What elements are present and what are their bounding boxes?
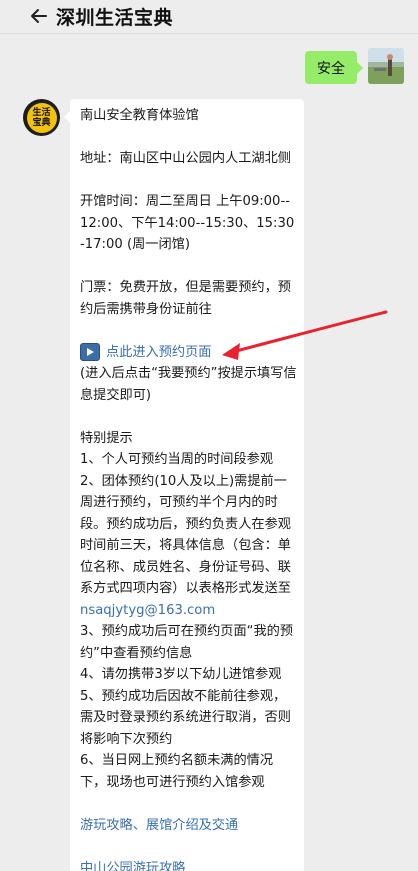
tip-5: 5、预约成功后因故不能前往参观，需及时登录预约系统进行取消，否则将影响下次预约 [80,688,291,747]
tip-1: 1、个人可预约当周的时间段参观 [80,452,274,467]
bot-avatar-logo: 生活 宝典 [26,102,57,133]
hours-text: 开馆时间：周二至周日 上午09:00--12:00、下午14:00--15:30… [80,194,295,252]
tip-2: 2、团体预约(10人及以上)需提前一周进行预约，可预约半个月内的时段。预约成功后… [80,471,298,622]
user-avatar[interactable] [368,48,404,84]
tip-3: 3、预约成功后可在预约页面“我的预约”中查看预约信息 [80,624,294,661]
email-link[interactable]: nsaqjytyg@163.com [80,603,215,618]
arrow-left-icon [31,9,47,23]
park-guide-link[interactable]: 中山公园游玩攻略 [80,858,298,871]
tips-title: 特别提示 [80,430,133,446]
outgoing-message-bubble[interactable]: 安全 [305,51,363,84]
address-text: 地址：南山区中山公园内人工湖北侧 [80,151,291,166]
booking-link[interactable]: 点此进入预约页面 [106,342,212,364]
bot-avatar-text-1: 生活 [32,107,51,118]
guide-link[interactable]: 游玩攻略、展馆介绍及交通 [80,815,298,837]
top-bar: 深圳生活宝典 [0,0,418,34]
ticket-text: 门票：免费开放，但是需要预约，预约后需携带身份证前往 [80,280,291,317]
booking-note: (进入后点击“我要预约”按提示填写信息提交即可) [80,366,297,403]
message-content: 南山安全教育体验馆 地址：南山区中山公园内人工湖北侧 开馆时间：周二至周日 上午… [80,105,298,871]
tip-4: 4、请勿携带3岁以下幼儿进馆参观 [80,667,282,682]
venue-name: 南山安全教育体验馆 [80,108,199,123]
chat-title: 深圳生活宝典 [56,7,174,29]
bot-avatar[interactable]: 生活 宝典 [23,99,60,136]
outgoing-message-text: 安全 [317,60,345,77]
bot-avatar-text-2: 宝典 [32,117,51,128]
incoming-message-bubble: 南山安全教育体验馆 地址：南山区中山公园内人工湖北侧 开馆时间：周二至周日 上午… [64,99,304,871]
tip-6: 6、当日网上预约名额未满的情况下，现场也可进行预约入馆参观 [80,753,274,790]
back-button[interactable] [28,5,50,27]
user-avatar-image [368,48,404,84]
play-icon[interactable] [80,343,100,362]
tip-2-text: 2、团体预约(10人及以上)需提前一周进行预约，可预约半个月内的时段。预约成功后… [80,473,291,597]
